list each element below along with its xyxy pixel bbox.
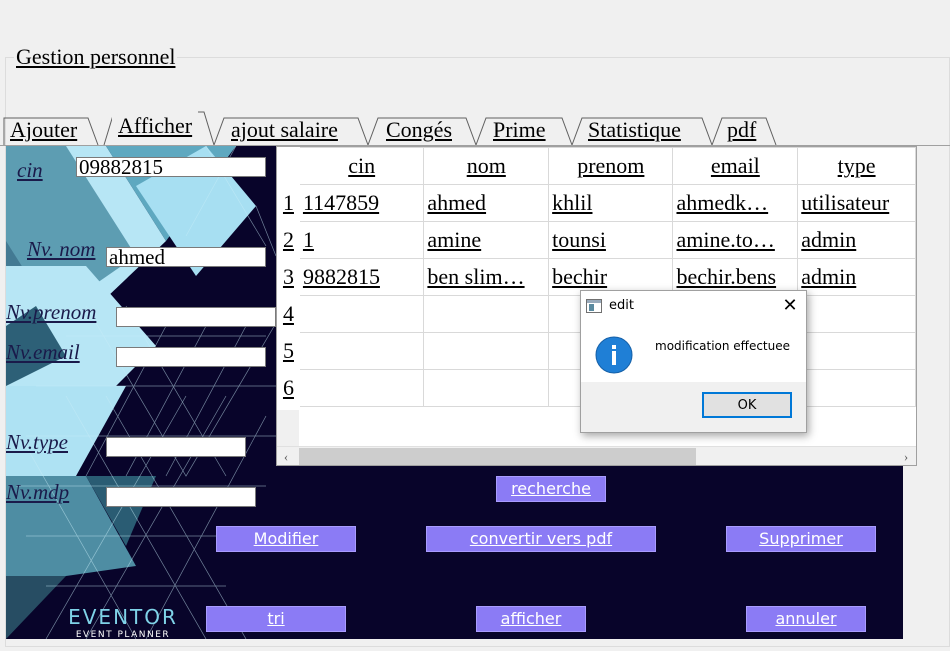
mdp-field[interactable] <box>106 487 256 507</box>
table-corner <box>277 147 300 185</box>
afficher-button[interactable]: afficher <box>476 606 586 632</box>
dialog-title: edit <box>609 298 634 313</box>
type-label: Nv.type <box>6 430 68 454</box>
mdp-label: Nv.mdp <box>6 480 70 504</box>
tab-ajout-salaire[interactable]: ajout salaire <box>225 114 344 146</box>
chevron-right-icon[interactable]: › <box>897 447 915 465</box>
group-title: Gestion personnel <box>14 44 178 70</box>
cell-nom[interactable]: ahmed <box>423 184 550 222</box>
cell-prenom[interactable]: tounsi <box>548 221 674 259</box>
supprimer-button[interactable]: Supprimer <box>726 526 876 552</box>
column-header-type[interactable]: type <box>797 147 916 185</box>
cell-nom[interactable]: ben slim… <box>423 258 550 296</box>
row-number[interactable]: 3 <box>277 258 300 296</box>
cell-nom[interactable] <box>423 369 550 407</box>
table-empty-corner <box>277 410 299 447</box>
cell-nom[interactable] <box>423 295 550 333</box>
column-header-prenom[interactable]: prenom <box>548 147 674 185</box>
tab-afficher[interactable]: Afficher <box>112 110 199 142</box>
horizontal-scrollbar[interactable]: ‹ › <box>277 446 916 465</box>
cell-type[interactable]: admin <box>797 258 916 296</box>
cell-type[interactable] <box>797 369 916 407</box>
table-row[interactable]: 1 1147859 ahmed khlil ahmedk… utilisateur <box>277 184 916 222</box>
cell-type[interactable] <box>797 295 916 333</box>
cell-cin[interactable] <box>298 369 425 407</box>
tab-pdf[interactable]: pdf <box>721 114 762 146</box>
ok-button[interactable]: OK <box>702 392 792 418</box>
cell-type[interactable] <box>797 332 916 370</box>
cell-type[interactable]: utilisateur <box>797 184 916 222</box>
message-dialog: edit ✕ modification effectuee OK <box>580 290 807 433</box>
table-header-row: cin nom prenom email type <box>277 147 916 185</box>
window-app-icon <box>586 299 602 313</box>
cell-nom[interactable]: amine <box>423 221 550 259</box>
column-header-cin[interactable]: cin <box>298 147 425 185</box>
cell-cin[interactable]: 1147859 <box>298 184 425 222</box>
cell-type[interactable]: admin <box>797 221 916 259</box>
dialog-footer: OK <box>581 382 806 432</box>
tab-conges[interactable]: Congés <box>380 114 458 146</box>
annuler-button[interactable]: annuler <box>746 606 866 632</box>
cin-label: cin <box>17 158 43 182</box>
dialog-message: modification effectuee <box>655 339 790 353</box>
cell-cin[interactable]: 1 <box>298 221 425 259</box>
email-label: Nv.email <box>6 340 80 364</box>
column-header-nom[interactable]: nom <box>423 147 550 185</box>
cell-prenom[interactable]: khlil <box>548 184 674 222</box>
prenom-label: Nv.prenom <box>6 300 97 324</box>
table-row[interactable]: 2 1 amine tounsi amine.to… admin <box>277 221 916 259</box>
modifier-button[interactable]: Modifier <box>216 526 356 552</box>
tri-button[interactable]: tri <box>206 606 346 632</box>
tab-statistique[interactable]: Statistique <box>582 114 687 146</box>
row-number[interactable]: 2 <box>277 221 300 259</box>
logo-subtitle: EVENT PLANNER <box>75 630 171 639</box>
tab-ajouter[interactable]: Ajouter <box>4 114 83 146</box>
cell-cin[interactable]: 9882815 <box>298 258 425 296</box>
tab-bar: Ajouter Afficher ajout salaire Congés Pr… <box>0 110 950 146</box>
info-icon <box>595 336 633 374</box>
cell-cin[interactable] <box>298 295 425 333</box>
cell-email[interactable]: ahmedk… <box>672 184 799 222</box>
scrollbar-thumb[interactable] <box>299 448 696 465</box>
tab-prime[interactable]: Prime <box>487 114 552 146</box>
cell-cin[interactable] <box>298 332 425 370</box>
cin-field[interactable] <box>76 157 266 177</box>
type-field[interactable] <box>106 437 246 457</box>
column-header-email[interactable]: email <box>672 147 799 185</box>
prenom-field[interactable] <box>116 307 276 327</box>
row-number[interactable]: 6 <box>277 369 300 407</box>
recherche-button[interactable]: recherche <box>496 476 606 502</box>
row-number[interactable]: 5 <box>277 332 300 370</box>
logo-title: EVENTOR <box>68 605 178 629</box>
nom-label: Nv. nom <box>27 237 96 261</box>
cell-nom[interactable] <box>423 332 550 370</box>
close-icon[interactable]: ✕ <box>777 293 803 319</box>
row-number[interactable]: 1 <box>277 184 300 222</box>
chevron-left-icon[interactable]: ‹ <box>277 447 295 465</box>
cell-email[interactable]: amine.to… <box>672 221 799 259</box>
convertir-pdf-button[interactable]: convertir vers pdf <box>426 526 656 552</box>
email-field[interactable] <box>116 347 266 367</box>
nom-field[interactable] <box>106 247 266 267</box>
row-number[interactable]: 4 <box>277 295 300 333</box>
